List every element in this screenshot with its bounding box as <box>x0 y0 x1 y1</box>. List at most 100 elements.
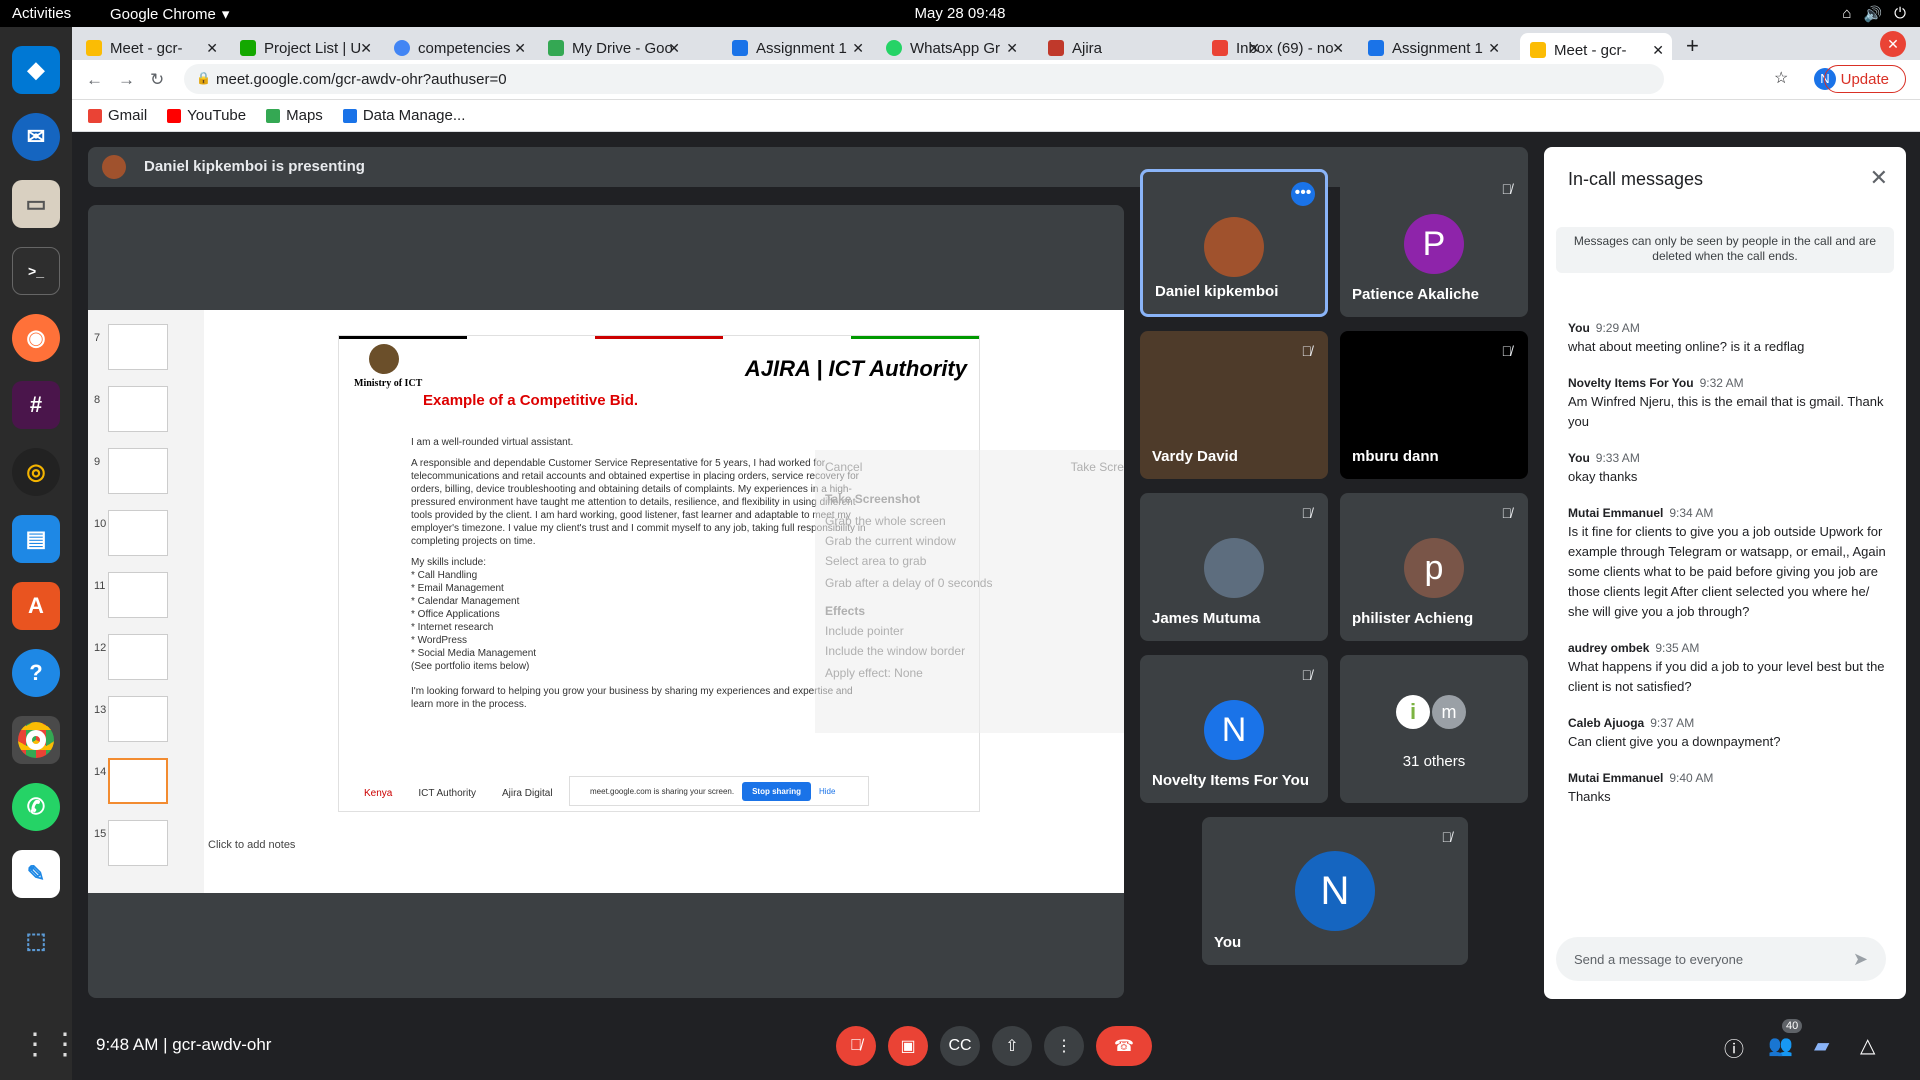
close-icon[interactable]: ✕ <box>206 40 218 57</box>
tab[interactable]: Inbox (69) - no ✕ <box>1202 33 1352 63</box>
radio-select-area[interactable]: Select area to grab <box>825 554 1124 568</box>
radio-whole-screen[interactable]: Grab the whole screen <box>825 514 1124 528</box>
others-tile[interactable]: i m 31 others <box>1340 655 1528 803</box>
camera-toggle-button[interactable]: ▣ <box>888 1026 928 1066</box>
close-icon[interactable]: ✕ <box>1488 40 1500 57</box>
update-button[interactable]: Update <box>1823 65 1906 93</box>
tab[interactable]: My Drive - Goo ✕ <box>538 33 688 63</box>
radio-current-window[interactable]: Grab the current window <box>825 534 1124 548</box>
paragraph: A responsible and dependable Customer Se… <box>411 458 866 547</box>
close-icon[interactable]: ✕ <box>1652 42 1664 59</box>
tab-label: Meet - gcr- <box>1554 41 1627 59</box>
bookmark-youtube[interactable]: YouTube <box>167 107 246 124</box>
captions-button[interactable]: CC <box>940 1026 980 1066</box>
close-icon[interactable]: ✕ <box>1006 40 1018 57</box>
close-icon[interactable]: ✕ <box>1332 40 1344 57</box>
cancel-button[interactable]: Cancel <box>825 460 862 474</box>
system-tray[interactable]: ⌂ 🔊 ⏻ <box>1842 5 1906 23</box>
window-close-icon[interactable]: ✕ <box>1880 31 1906 57</box>
firefox-icon[interactable]: ◉ <box>12 314 60 362</box>
self-tile[interactable]: N You 🎙̸ <box>1202 817 1468 965</box>
timestamp: 9:32 AM <box>1699 376 1744 390</box>
mic-toggle-button[interactable]: 🎙̸ <box>836 1026 876 1066</box>
close-icon[interactable]: ✕ <box>514 40 526 57</box>
slide-thumbnail[interactable] <box>108 634 168 680</box>
slide-thumbnail[interactable] <box>108 696 168 742</box>
text-editor-icon[interactable]: ✎ <box>12 850 60 898</box>
participant-tile[interactable]: P Patience Akaliche 🎙̸ <box>1340 169 1528 317</box>
slack-icon[interactable]: # <box>12 381 60 429</box>
close-icon[interactable]: ✕ <box>668 40 680 57</box>
slide-thumbnail[interactable] <box>108 820 168 866</box>
chrome-icon[interactable] <box>12 716 60 764</box>
notes-field[interactable]: Click to add notes <box>208 839 295 851</box>
participant-tile[interactable]: Daniel kipkemboi ••• <box>1140 169 1328 317</box>
take-screenshot-button[interactable]: Take Screenshot <box>1071 460 1124 474</box>
activities-icon[interactable]: △ <box>1860 1033 1875 1058</box>
files-icon[interactable]: ▭ <box>12 180 60 228</box>
effect-select[interactable]: None <box>894 666 923 680</box>
more-options-button[interactable]: ⋮ <box>1044 1026 1084 1066</box>
slide-thumbnail[interactable] <box>108 510 168 556</box>
bookmark-gmail[interactable]: Gmail <box>88 107 147 124</box>
slide-thumbnail[interactable] <box>108 324 168 370</box>
participant-tile[interactable]: mburu dann 🎙̸ <box>1340 331 1528 479</box>
slide-thumbnail[interactable] <box>108 572 168 618</box>
people-button[interactable]: 👥 40 <box>1768 1019 1803 1058</box>
screenshot-icon[interactable]: ⬚ <box>12 917 60 965</box>
participant-tile[interactable]: N Novelty Items For You 🎙̸ <box>1140 655 1328 803</box>
delay-label: Grab after a delay of <box>825 576 935 590</box>
participant-tile[interactable]: Vardy David 🎙̸ <box>1140 331 1328 479</box>
message-input[interactable]: Send a message to everyone ➤ <box>1556 937 1886 981</box>
participant-tile[interactable]: p philister Achieng 🎙̸ <box>1340 493 1528 641</box>
drive-icon <box>548 40 564 56</box>
avatar: P <box>1404 214 1464 274</box>
checkbox-border[interactable]: Include the window border <box>825 644 1124 658</box>
slide-thumbnail[interactable] <box>108 448 168 494</box>
whatsapp-icon[interactable]: ✆ <box>12 783 60 831</box>
send-icon[interactable]: ➤ <box>1853 949 1868 970</box>
checkbox-pointer[interactable]: Include pointer <box>825 624 1124 638</box>
more-options-icon[interactable]: ••• <box>1291 182 1315 206</box>
back-icon[interactable]: ← <box>86 70 103 90</box>
chat-icon[interactable]: ▰ <box>1814 1033 1829 1058</box>
thunderbird-icon[interactable]: ✉ <box>12 113 60 161</box>
slide-thumbnail[interactable] <box>108 386 168 432</box>
tab[interactable]: Assignment 1 ✕ <box>1358 33 1508 63</box>
tab[interactable]: Assignment 1 ✕ <box>722 33 872 63</box>
sharing-text: meet.google.com is sharing your screen. <box>590 786 735 796</box>
tab[interactable]: Project List | U ✕ <box>230 33 380 63</box>
close-icon[interactable]: ✕ <box>852 40 864 57</box>
forward-icon[interactable]: → <box>118 70 135 90</box>
url-input[interactable]: 🔒 meet.google.com/gcr-awdv-ohr?authuser=0 <box>184 64 1664 94</box>
bookmark-maps[interactable]: Maps <box>266 107 323 124</box>
meeting-details-icon[interactable]: ⓘ <box>1724 1033 1744 1062</box>
software-icon[interactable]: A <box>12 582 60 630</box>
participant-tile[interactable]: James Mutuma 🎙̸ <box>1140 493 1328 641</box>
delay-row: Grab after a delay of 0 seconds <box>825 576 1124 590</box>
writer-icon[interactable]: ▤ <box>12 515 60 563</box>
help-icon[interactable]: ? <box>12 649 60 697</box>
hide-button[interactable]: Hide <box>819 787 835 796</box>
shared-screen[interactable]: 7 8 9 10 11 12 13 14 15 Ministry of ICT … <box>88 310 1124 893</box>
close-icon[interactable]: ✕ <box>1870 165 1888 191</box>
present-button[interactable]: ⇧ <box>992 1026 1032 1066</box>
bookmark-data-manage[interactable]: Data Manage... <box>342 107 465 124</box>
slide-thumbnail-selected[interactable] <box>108 758 168 804</box>
tab[interactable]: Meet - gcr- ✕ <box>76 33 226 63</box>
footer-item: Kenya <box>364 788 393 799</box>
tab[interactable]: competencies ✕ <box>384 33 534 63</box>
terminal-icon[interactable]: >_ <box>12 247 60 295</box>
stop-sharing-button[interactable]: Stop sharing <box>742 781 811 801</box>
rhythmbox-icon[interactable]: ◎ <box>12 448 60 496</box>
tab[interactable]: WhatsApp Gr ✕ <box>876 33 1026 63</box>
delay-input[interactable]: 0 <box>938 576 945 590</box>
new-tab-icon[interactable]: + <box>1686 33 1699 59</box>
clock[interactable]: May 28 09:48 <box>0 5 1920 22</box>
reload-icon[interactable]: ↻ <box>150 70 164 90</box>
leave-call-button[interactable]: ☎ <box>1096 1026 1152 1066</box>
timestamp: 9:29 AM <box>1595 321 1640 335</box>
close-icon[interactable]: ✕ <box>360 40 372 57</box>
vscode-icon[interactable]: ◆ <box>12 46 60 94</box>
bookmark-star-icon[interactable]: ☆ <box>1774 68 1788 88</box>
